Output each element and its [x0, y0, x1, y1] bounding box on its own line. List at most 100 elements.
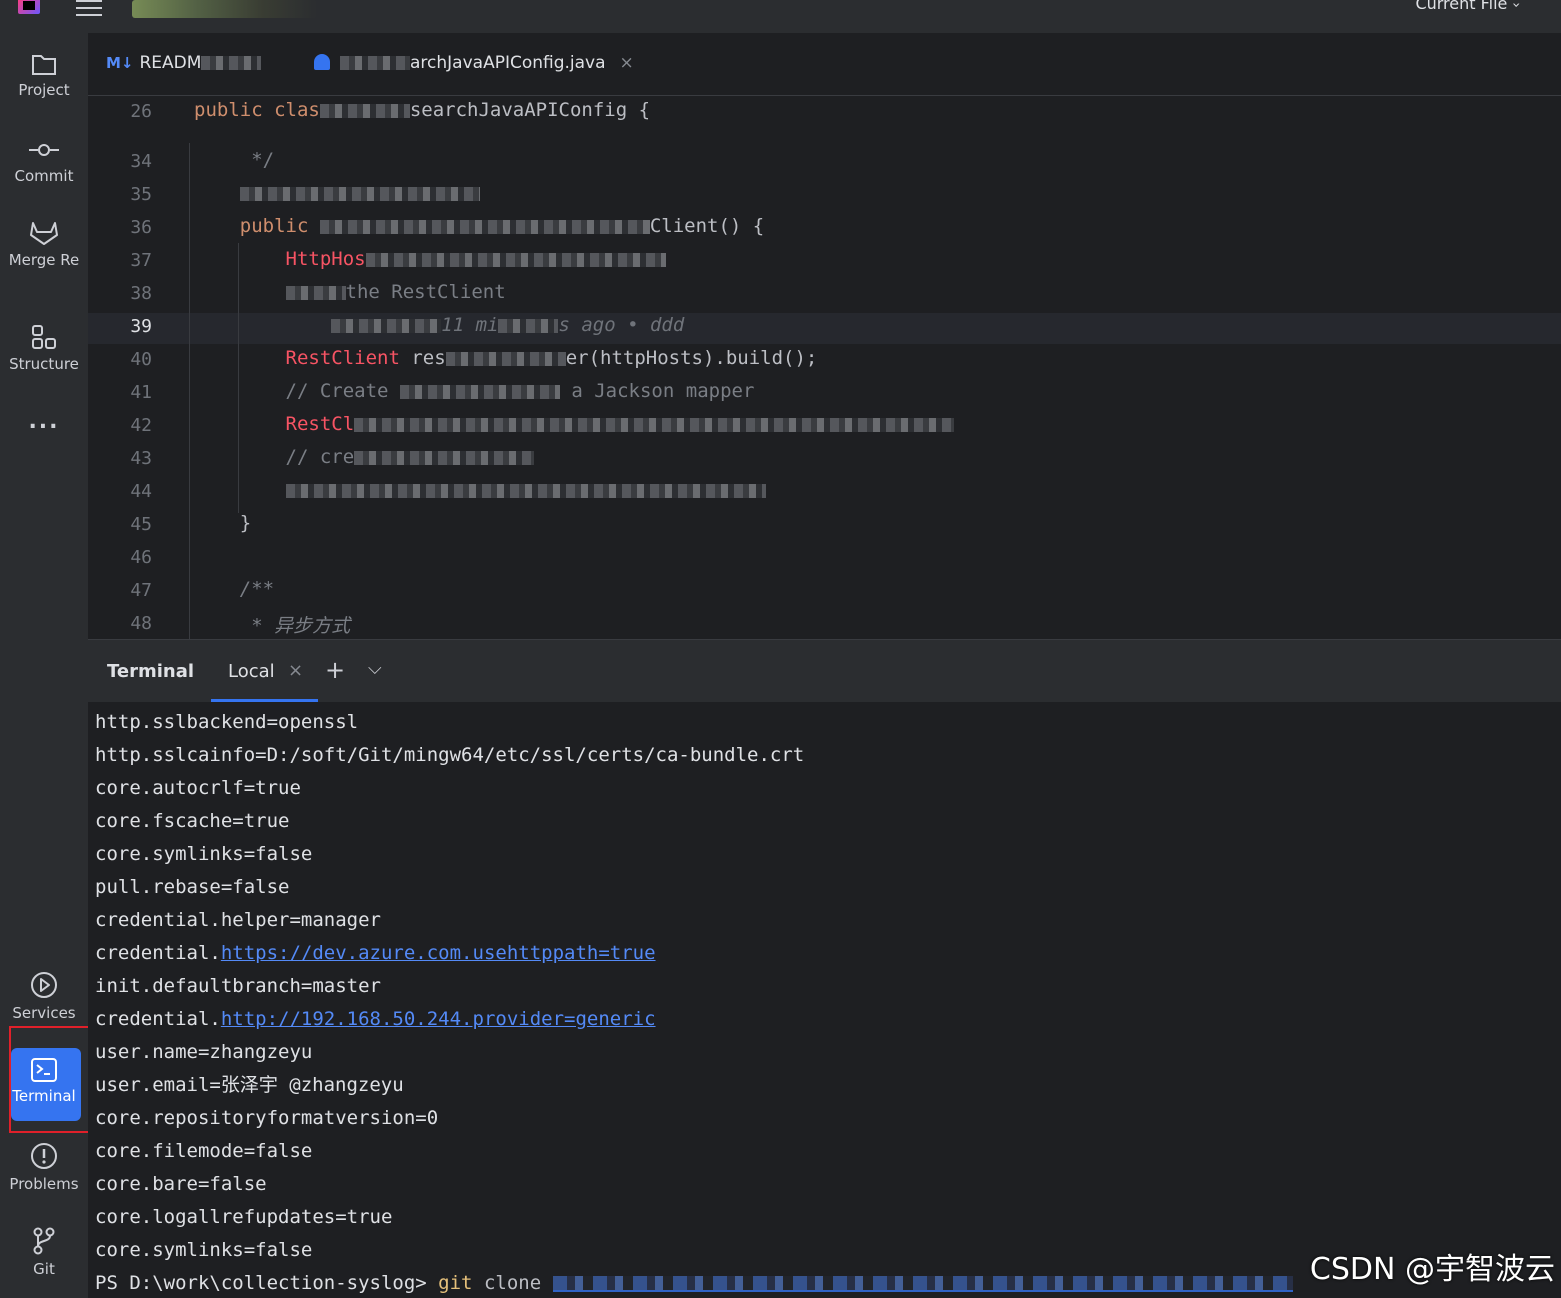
redacted-text — [445, 351, 566, 366]
terminal-title: Terminal — [107, 661, 195, 682]
terminal-text: core.symlinks=false — [95, 1239, 313, 1261]
code-line[interactable] — [194, 545, 240, 567]
terminal-output[interactable]: http.sslbackend=openssl http.sslcainfo=D:… — [95, 706, 1293, 1298]
tool-structure[interactable]: Structure — [0, 323, 88, 373]
code-editor[interactable]: M↓ READM archJavaAPIConfig.java × 26 public… — [88, 33, 1561, 639]
gitlab-icon — [30, 222, 58, 245]
code-line[interactable]: } — [194, 512, 251, 534]
code-token: 11 mi — [441, 314, 499, 336]
line-number[interactable]: 43 — [88, 448, 152, 469]
code-line[interactable]: RestClient res er(httpHosts).build(); — [194, 347, 818, 369]
run-config-selector[interactable]: Current File› — [1415, 0, 1524, 13]
redacted-text — [201, 56, 262, 70]
line-number[interactable]: 38 — [88, 283, 152, 304]
project-widget[interactable] — [132, 0, 317, 18]
code-token: res — [411, 347, 446, 369]
terminal-text: core.repositoryformatversion=0 — [95, 1107, 439, 1129]
terminal-line: core.symlinks=false — [95, 1234, 1293, 1267]
app-logo-icon[interactable] — [18, 0, 40, 14]
terminal-line: http.sslcainfo=D:/soft/Git/mingw64/etc/s… — [95, 739, 1293, 772]
code-line[interactable] — [194, 479, 766, 501]
active-tab-indicator — [211, 699, 318, 702]
structure-icon — [32, 325, 56, 349]
terminal-text: core.autocrlf=true — [95, 777, 301, 799]
terminal-line: pull.rebase=false — [95, 871, 1293, 904]
line-number[interactable]: 39 — [88, 316, 152, 337]
terminal-tab-local[interactable]: Local × — [211, 640, 318, 702]
redacted-text — [239, 186, 480, 201]
code-line[interactable]: 11 mi s ago • ddd — [194, 314, 684, 336]
line-number[interactable]: 46 — [88, 547, 152, 568]
code-line[interactable]: // Create a Jackson mapper — [194, 380, 755, 402]
line-number[interactable]: 44 — [88, 481, 152, 502]
line-number[interactable]: 47 — [88, 580, 152, 601]
terminal-text: credential. — [95, 942, 221, 964]
redacted-text — [498, 318, 559, 333]
line-number[interactable]: 34 — [88, 151, 152, 172]
terminal-link[interactable]: http://192.168.50.244.provider=generic — [221, 1008, 656, 1030]
redacted-text — [319, 103, 410, 118]
code-token: public — [239, 215, 320, 237]
code-token: the RestClient — [345, 281, 506, 303]
line-number[interactable]: 40 — [88, 349, 152, 370]
tool-commit[interactable]: Commit — [0, 137, 88, 185]
terminal-text: core.symlinks=false — [95, 843, 313, 865]
line-number[interactable]: 42 — [88, 415, 152, 436]
close-icon[interactable]: × — [288, 660, 303, 681]
code-line[interactable] — [194, 182, 480, 204]
code-line[interactable]: public Client() { — [194, 215, 764, 237]
terminal-text: credential.helper=manager — [95, 909, 381, 931]
tool-services[interactable]: Services — [0, 970, 88, 1022]
code-line[interactable]: public clas searchJavaAPIConfig { — [194, 99, 650, 121]
code-line[interactable]: HttpHos — [194, 248, 666, 270]
code-token: */ — [239, 149, 275, 171]
terminal-panel[interactable]: Terminal Local × + ⌵ http.sslbackend=ope… — [88, 639, 1561, 1298]
terminal-header: Terminal Local × + ⌵ — [88, 640, 1561, 702]
tool-more[interactable]: ... — [0, 409, 88, 434]
tab-java-file[interactable]: archJavaAPIConfig.java × — [314, 53, 634, 73]
terminal-line: http.sslbackend=openssl — [95, 706, 1293, 739]
line-number[interactable]: 35 — [88, 184, 152, 205]
code-token: s ago • ddd — [558, 314, 685, 336]
line-number[interactable]: 41 — [88, 382, 152, 403]
code-line[interactable]: /** — [194, 578, 274, 600]
tab-label: READM — [139, 53, 202, 73]
tool-merge-requests[interactable]: Merge Re — [0, 219, 88, 269]
code-line[interactable]: */ — [194, 149, 274, 171]
line-number[interactable]: 36 — [88, 217, 152, 238]
terminal-link[interactable]: https://dev.azure.com.usehttppath=true — [221, 942, 656, 964]
code-line[interactable]: RestCl — [194, 413, 955, 435]
terminal-text: user.email=张泽宇 @zhangzeyu — [95, 1074, 404, 1096]
code-line[interactable]: * 异步方式 — [194, 611, 350, 638]
line-number[interactable]: 48 — [88, 613, 152, 634]
line-number[interactable]: 45 — [88, 514, 152, 535]
redacted-text — [365, 252, 666, 267]
close-icon[interactable]: × — [620, 53, 634, 73]
folder-icon — [32, 55, 56, 75]
terminal-options-chevron-icon[interactable]: ⌵ — [368, 658, 382, 679]
line-number[interactable]: 26 — [88, 101, 152, 122]
tab-readme[interactable]: M↓ READM — [106, 53, 262, 73]
code-line[interactable]: the RestClient — [194, 281, 506, 303]
tool-label: Services — [12, 1004, 76, 1022]
code-line[interactable]: // cre — [194, 446, 535, 468]
tool-git[interactable]: Git — [0, 1226, 88, 1278]
tool-label: Commit — [14, 167, 74, 185]
problems-icon — [31, 1143, 57, 1169]
code-token: /** — [239, 578, 275, 600]
tool-problems[interactable]: Problems — [0, 1141, 88, 1193]
main-menu-icon[interactable] — [76, 0, 102, 16]
terminal-prompt-line[interactable]: PS D:\work\collection-syslog> git clone — [95, 1267, 1293, 1298]
tool-project[interactable]: Project — [0, 51, 88, 99]
new-terminal-plus-icon[interactable]: + — [325, 656, 345, 684]
code-token: searchJavaAPIConfig { — [409, 99, 651, 121]
java-class-icon — [314, 54, 330, 70]
line-number[interactable]: 37 — [88, 250, 152, 271]
